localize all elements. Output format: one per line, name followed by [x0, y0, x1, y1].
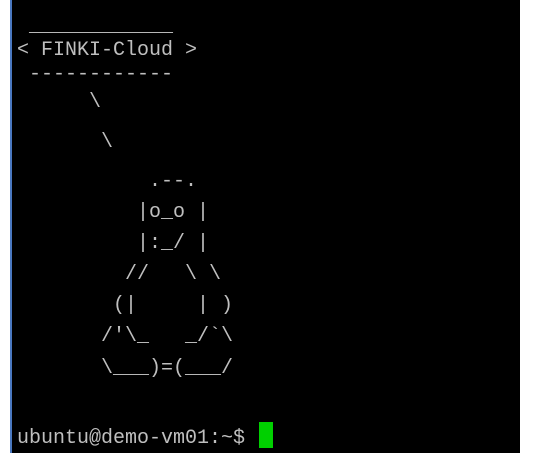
cowsay-art-line: |o_o |	[17, 201, 210, 224]
cowsay-art-line: ------------	[17, 63, 174, 86]
cowsay-art-line: ____________	[17, 15, 174, 38]
prompt-line[interactable]: ubuntu@demo-vm01:~$	[17, 422, 274, 451]
screenshot-frame: ____________ < FINKI-Cloud > -----------…	[0, 0, 536, 453]
window-border	[10, 0, 12, 453]
text-cursor	[259, 422, 274, 448]
cowsay-art-line: |:_/ |	[17, 232, 210, 255]
cowsay-art-line: // \ \	[17, 263, 222, 286]
cowsay-art-line: (| | )	[17, 294, 234, 317]
cowsay-art-line: \	[17, 91, 102, 114]
cowsay-art-line: \___)=(___/	[17, 357, 234, 380]
cowsay-art-line: /'\_ _/`\	[17, 325, 234, 348]
cowsay-art-line: < FINKI-Cloud >	[17, 39, 198, 62]
cowsay-art-line: .--.	[17, 170, 198, 193]
shell-prompt: ubuntu@demo-vm01:~$	[17, 427, 258, 450]
cowsay-art-line: \	[17, 131, 114, 154]
